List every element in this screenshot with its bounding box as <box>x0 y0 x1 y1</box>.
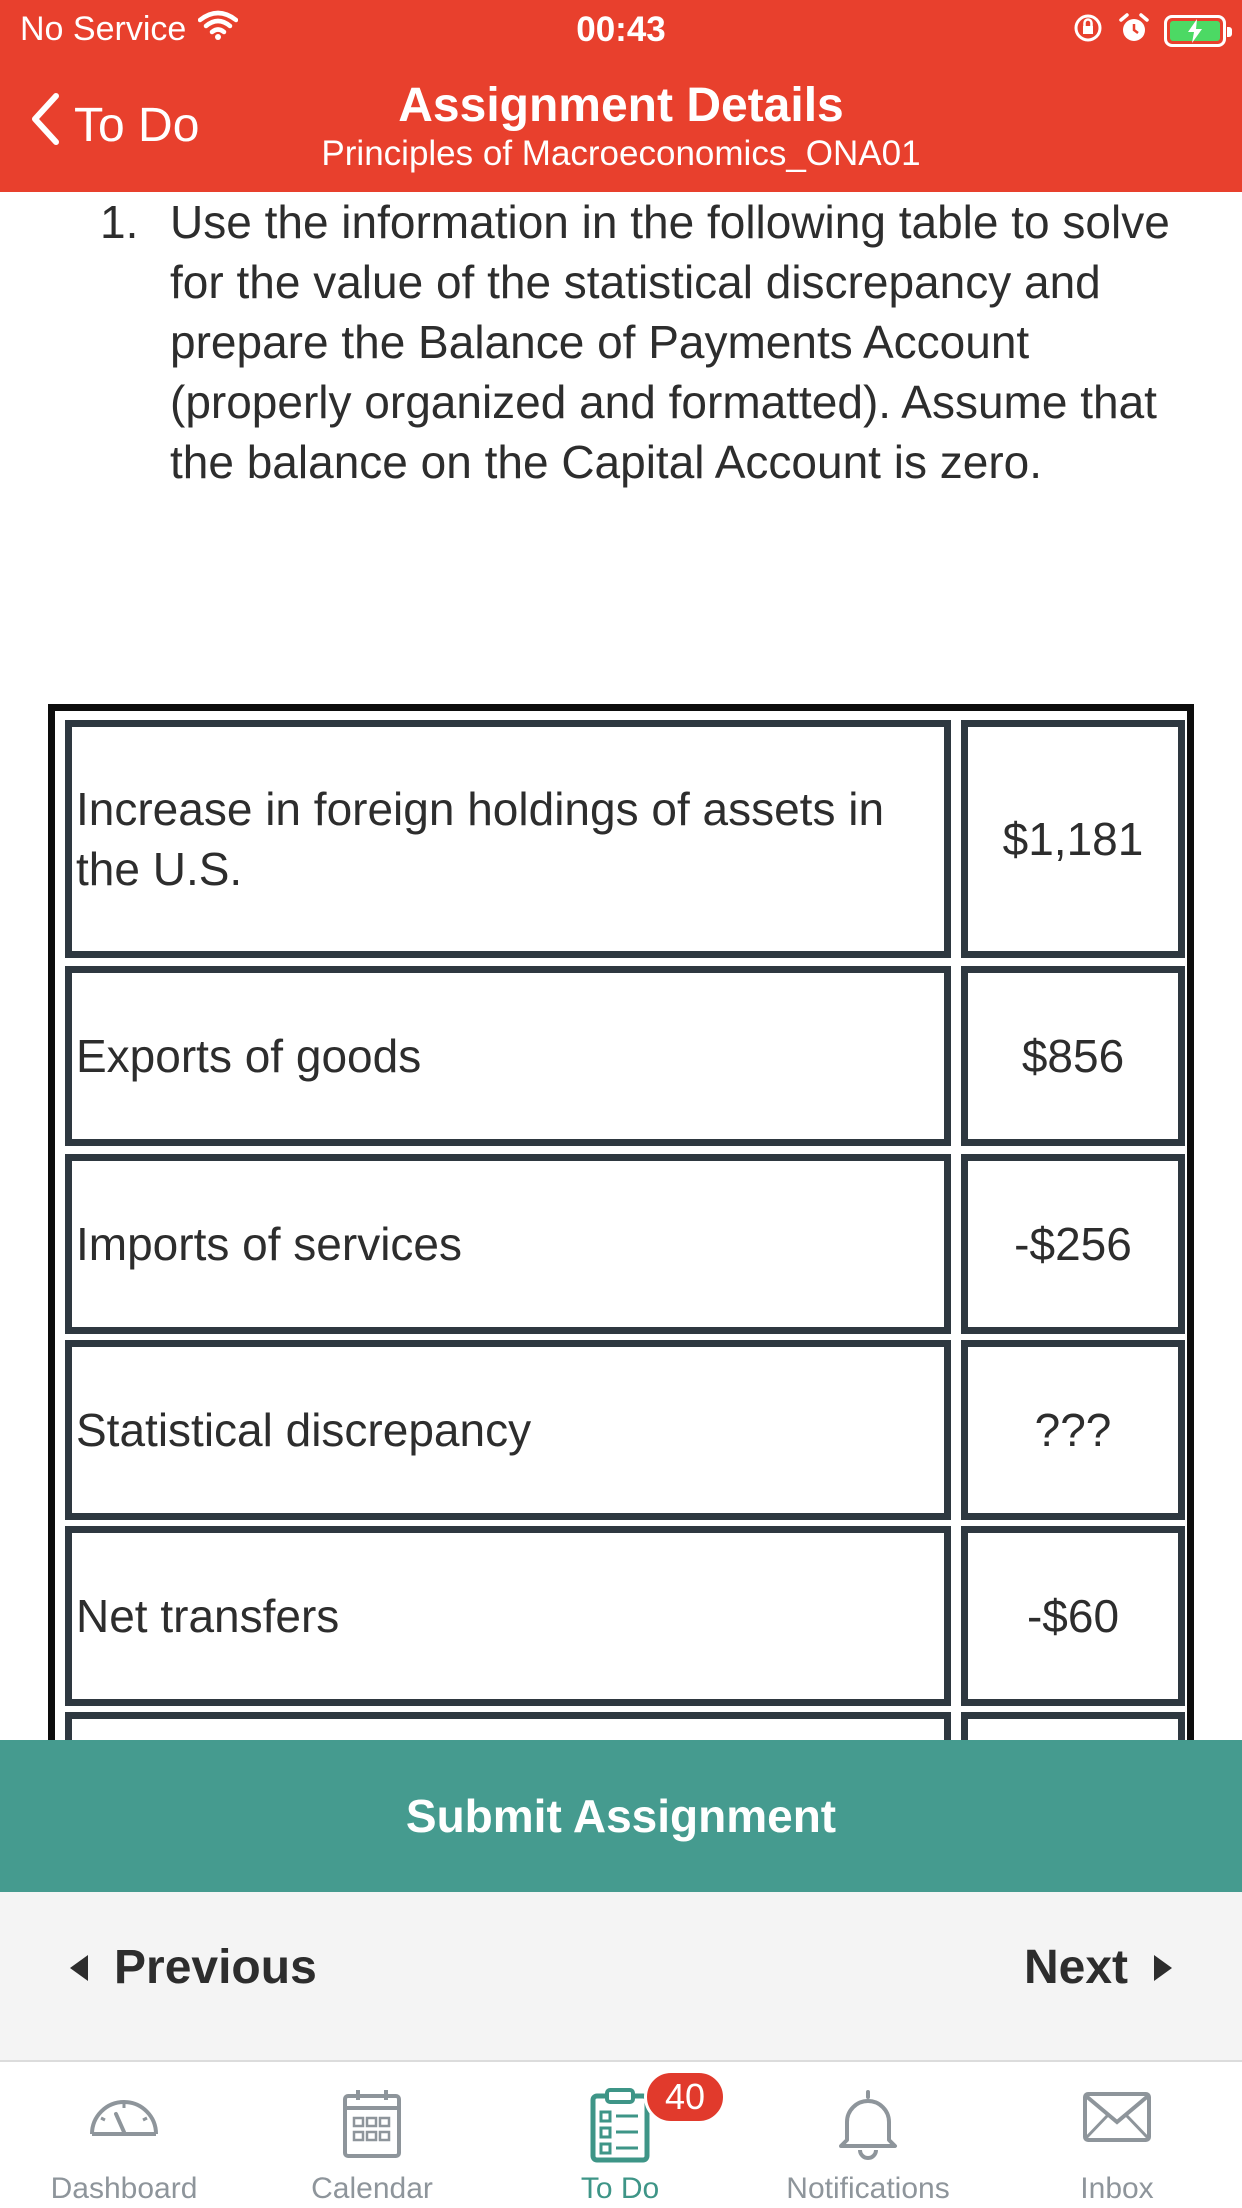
tab-label: Notifications <box>786 2172 950 2205</box>
table-row: Statistical discrepancy ??? <box>65 1340 1185 1520</box>
row-label: Net transfers <box>65 1526 951 1706</box>
table-row: Net transfers -$60 <box>65 1526 1185 1706</box>
next-button[interactable]: Next <box>1024 1940 1172 1995</box>
tab-notifications[interactable]: Notifications <box>744 2062 992 2208</box>
next-label: Next <box>1023 1941 1128 1994</box>
data-table: Increase in foreign holdings of assets i… <box>48 704 1194 1740</box>
alarm-icon <box>1118 12 1150 49</box>
row-value: $1,181 <box>961 720 1185 958</box>
row-label: Statistical discrepancy <box>65 1340 951 1520</box>
tab-label: Inbox <box>1080 2172 1154 2205</box>
status-bar: No Service 00:43 <box>0 0 1242 62</box>
tab-calendar[interactable]: Calendar <box>248 2062 496 2208</box>
row-label: Increase in foreign holdings of assets i… <box>65 720 951 958</box>
row-value: ??? <box>961 1340 1185 1520</box>
question-text: Use the information in the following tab… <box>170 196 1170 488</box>
row-value <box>961 1712 1185 1740</box>
table-row: Increase in foreign holdings of assets i… <box>65 720 1185 958</box>
tab-label: Dashboard <box>50 2172 198 2205</box>
rotation-lock-icon <box>1072 12 1104 49</box>
row-label: Exports of goods <box>65 966 951 1146</box>
bell-icon <box>744 2088 992 2162</box>
row-label <box>65 1712 951 1740</box>
previous-button[interactable]: Previous <box>70 1940 317 1995</box>
battery-icon <box>1164 14 1232 47</box>
row-value: -$256 <box>961 1154 1185 1334</box>
pager: Previous Next <box>0 1892 1242 2062</box>
app-header: No Service 00:43 To Do Assignment Detail… <box>0 0 1242 192</box>
todo-count-badge: 40 <box>644 2070 726 2124</box>
table-row: Imports of services -$256 <box>65 1154 1185 1334</box>
calendar-icon <box>248 2088 496 2160</box>
row-value: -$60 <box>961 1526 1185 1706</box>
envelope-icon <box>992 2088 1242 2144</box>
assignment-content[interactable]: 1. Use the information in the following … <box>0 192 1242 1740</box>
tab-bar: Dashboard Calendar 40 To Do Notification… <box>0 2062 1242 2208</box>
tab-dashboard[interactable]: Dashboard <box>0 2062 248 2208</box>
question-number: 1. <box>100 196 139 248</box>
tab-todo[interactable]: 40 To Do <box>496 2062 744 2208</box>
caret-right-icon <box>1154 1954 1172 1981</box>
row-value: $856 <box>961 966 1185 1146</box>
nav-bar: To Do Assignment Details Principles of M… <box>0 62 1242 192</box>
tab-inbox[interactable]: Inbox <box>992 2062 1242 2208</box>
page-title: Assignment Details <box>398 79 844 132</box>
previous-label: Previous <box>114 1941 317 1994</box>
submit-assignment-button[interactable]: Submit Assignment <box>0 1740 1242 1892</box>
row-label: Imports of services <box>65 1154 951 1334</box>
table-row <box>65 1712 1185 1740</box>
table-row: Exports of goods $856 <box>65 966 1185 1146</box>
tab-label: To Do <box>580 2172 660 2205</box>
status-right <box>1072 12 1232 49</box>
course-subtitle: Principles of Macroeconomics_ONA01 <box>321 134 921 173</box>
tab-label: Calendar <box>311 2172 433 2205</box>
status-time: 00:43 <box>576 10 666 49</box>
caret-left-icon <box>70 1954 88 1981</box>
dashboard-icon <box>0 2088 248 2140</box>
